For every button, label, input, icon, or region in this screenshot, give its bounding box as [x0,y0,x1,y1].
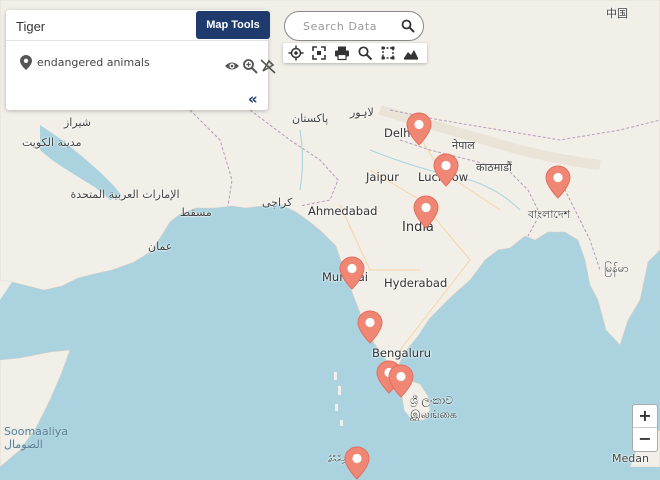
label-muscat: مسقط [180,206,212,219]
map-marker[interactable] [357,310,383,344]
label-srilanka: ශ්‍රී ලංකාව இலங்கை [410,394,457,421]
layer-name: endangered animals [37,56,150,69]
label-medan: Medan [612,452,649,465]
map-marker[interactable] [344,446,370,480]
label-myanmar: မြန်မာ [604,262,629,275]
map-marker[interactable] [413,195,439,229]
locate-icon[interactable] [288,45,304,61]
visibility-eye-icon[interactable] [224,58,240,74]
label-karachi: کراچی [262,196,293,209]
map-toolbar [283,43,427,63]
map-marker[interactable] [545,165,571,199]
label-hyderabad: Hyderabad [384,276,448,290]
zoom-in-button[interactable]: + [633,405,657,427]
zoom-out-button[interactable]: − [633,428,657,450]
search-data-box [284,11,424,41]
search-icon[interactable] [401,19,415,33]
label-uae: الإمارات العربية المتحدة [70,188,180,201]
label-nepal: नेपाल [452,139,475,152]
label-lahore: لاہور [350,106,374,119]
label-shiraz: شیراز [64,116,91,129]
label-somalia: Soomaaliya الصومال [4,425,69,451]
fullscreen-icon[interactable] [311,45,327,61]
location-pin-icon [20,55,32,70]
remove-layer-icon[interactable] [260,58,276,74]
label-jaipur: Jaipur [366,170,399,184]
map-marker[interactable] [433,153,459,187]
zoom-to-layer-icon[interactable] [242,58,258,74]
map-marker[interactable] [406,112,432,146]
label-bangladesh: বাংলাদেশ [528,208,571,221]
search-data-input[interactable] [301,17,401,35]
layer-row-endangered-animals[interactable]: endangered animals [20,54,276,74]
measure-icon[interactable] [380,45,396,61]
zoom-control: + − [632,404,658,452]
map-marker[interactable] [339,256,365,290]
layer-panel: Map Tools endangered animals « [6,10,276,110]
species-search-bar: Map Tools [6,10,270,41]
label-kathmandu: काठमाडौं [476,161,512,174]
basemap-icon[interactable] [403,45,419,61]
map-tools-button[interactable]: Map Tools [196,11,270,39]
label-oman: عمان [148,240,173,253]
map-marker[interactable] [388,364,414,398]
collapse-panel-button[interactable]: « [248,90,258,108]
label-ahmedabad: Ahmedabad [308,204,378,218]
label-bengaluru: Bengaluru [372,346,432,360]
species-input[interactable] [14,16,188,36]
label-china: 中国 [606,7,628,20]
label-pakistan: پاکستان [292,112,329,125]
print-icon[interactable] [334,45,350,61]
label-kuwait: مدينة الكويت [22,136,82,149]
zoom-search-icon[interactable] [357,45,373,61]
